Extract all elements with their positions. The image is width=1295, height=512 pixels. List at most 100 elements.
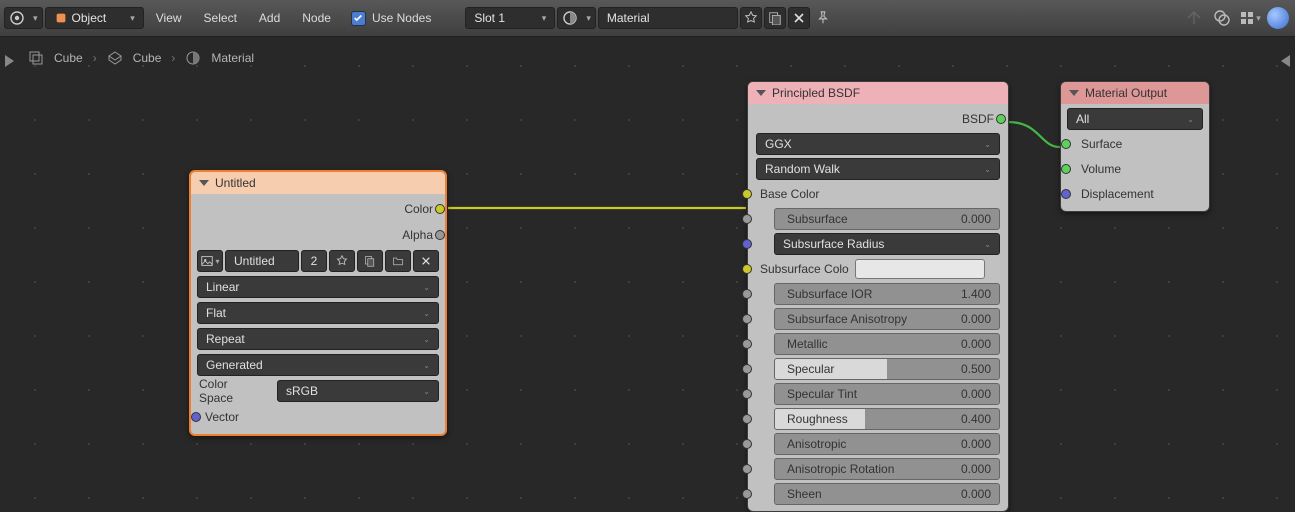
socket-label: Color [404,202,433,216]
param-subsurface-ior[interactable]: Subsurface IOR 1.400 [774,283,1000,305]
mapping-dropdown[interactable]: Generated⌄ [197,354,439,376]
socket-color-out[interactable] [435,204,445,214]
param-subsurface-radius[interactable]: Subsurface Radius⌄ [774,233,1000,255]
distribution-dropdown[interactable]: GGX⌄ [756,133,1000,155]
unlink-material-button[interactable] [788,7,810,29]
new-material-button[interactable] [764,7,786,29]
param-sheen[interactable]: Sheen 0.000 [774,483,1000,505]
socket-label: Volume [1073,162,1121,176]
node-header[interactable]: Principled BSDF [748,82,1008,104]
mesh-data-icon [107,50,123,66]
use-nodes-checkbox[interactable] [351,11,366,26]
menu-select[interactable]: Select [194,11,247,25]
use-nodes-label: Use Nodes [372,11,431,25]
overlay-toggle-icon[interactable] [1209,7,1235,29]
socket-in[interactable] [742,314,752,324]
node-image-texture[interactable]: Untitled Color Alpha ▾ Untitled 2 [189,170,447,436]
socket-in[interactable] [742,389,752,399]
image-users-count[interactable]: 2 [301,250,327,272]
snap-icon[interactable]: ▾ [1237,7,1263,29]
slot-dropdown[interactable]: Slot 1▾ [465,7,555,29]
image-unlink-button[interactable] [413,250,439,272]
projection-dropdown[interactable]: Flat⌄ [197,302,439,324]
socket-label: Vector [203,410,239,424]
shading-sphere-icon[interactable] [1265,7,1291,29]
chevron-right-icon: › [171,51,175,65]
menu-add[interactable]: Add [249,11,290,25]
param-specular[interactable]: Specular 0.500 [774,358,1000,380]
socket-base-color-in[interactable] [742,189,752,199]
param-roughness[interactable]: Roughness 0.400 [774,408,1000,430]
socket-bsdf-out[interactable] [996,114,1006,124]
node-header[interactable]: Material Output [1061,82,1209,104]
menu-node[interactable]: Node [292,11,341,25]
param-metallic[interactable]: Metallic 0.000 [774,333,1000,355]
mode-dropdown[interactable]: Object ▾ [45,7,144,29]
subsurface-color-swatch[interactable] [855,259,985,279]
socket-in[interactable] [742,364,752,374]
param-specular-tint[interactable]: Specular Tint 0.000 [774,383,1000,405]
overlay-icon[interactable] [1181,7,1207,29]
param-anisotropic-rotation[interactable]: Anisotropic Rotation 0.000 [774,458,1000,480]
sidebar-toggle-right[interactable] [1281,55,1290,67]
socket-label: BSDF [962,112,994,126]
mesh-icon [28,50,44,66]
node-title: Untitled [215,176,256,190]
interpolation-dropdown[interactable]: Linear⌄ [197,276,439,298]
chevron-down-icon [756,90,766,96]
shader-editor-header: ▾ Object ▾ View Select Add Node Use Node… [0,0,1295,37]
menu-view[interactable]: View [146,11,192,25]
socket-displacement-in[interactable] [1061,189,1071,199]
param-label: Base Color [760,187,819,201]
socket-vector-in[interactable] [191,412,201,422]
socket-label: Displacement [1073,187,1154,201]
breadcrumb: Cube › Cube › Material [28,50,254,66]
node-title: Material Output [1085,86,1167,100]
image-name-field[interactable]: Untitled [225,250,299,272]
editor-type-button[interactable]: ▾ [4,7,43,29]
param-subsurface-aniso[interactable]: Subsurface Anisotropy 0.000 [774,308,1000,330]
material-browse-button[interactable]: ▾ [557,7,596,29]
crumb-mesh[interactable]: Cube [133,51,162,65]
socket-in[interactable] [742,264,752,274]
socket-in[interactable] [742,414,752,424]
crumb-material[interactable]: Material [211,51,254,65]
socket-in[interactable] [742,289,752,299]
sss-method-dropdown[interactable]: Random Walk⌄ [756,158,1000,180]
param-label: Subsurface Colo [760,262,849,276]
socket-in[interactable] [742,489,752,499]
extension-dropdown[interactable]: Repeat⌄ [197,328,439,350]
socket-surface-in[interactable] [1061,139,1071,149]
socket-in[interactable] [742,239,752,249]
image-open-button[interactable] [385,250,411,272]
socket-in[interactable] [742,214,752,224]
crumb-object[interactable]: Cube [54,51,83,65]
socket-label: Alpha [402,228,433,242]
fake-user-button[interactable] [740,7,762,29]
material-icon [185,50,201,66]
node-header[interactable]: Untitled [191,172,445,194]
socket-in[interactable] [742,439,752,449]
socket-volume-in[interactable] [1061,164,1071,174]
param-anisotropic[interactable]: Anisotropic 0.000 [774,433,1000,455]
chevron-right-icon: › [93,51,97,65]
mode-label: Object [72,11,107,25]
chevron-down-icon [1069,90,1079,96]
image-fakeuser-button[interactable] [329,250,355,272]
socket-alpha-out[interactable] [435,230,445,240]
colorspace-dropdown[interactable]: sRGB⌄ [277,380,439,402]
node-title: Principled BSDF [772,86,860,100]
socket-in[interactable] [742,339,752,349]
material-name-field[interactable]: Material [598,7,738,29]
sidebar-toggle-left[interactable] [5,55,14,67]
image-new-button[interactable] [357,250,383,272]
param-subsurface[interactable]: Subsurface 0.000 [774,208,1000,230]
colorspace-label: Color Space [197,377,271,405]
target-dropdown[interactable]: All⌄ [1067,108,1203,130]
chevron-down-icon [199,180,209,186]
node-material-output[interactable]: Material Output All⌄ Surface Volume Disp… [1060,81,1210,212]
pin-button[interactable] [812,7,834,29]
image-browse-button[interactable]: ▾ [197,250,223,272]
node-principled-bsdf[interactable]: Principled BSDF BSDF GGX⌄ Random Walk⌄ B… [747,81,1009,512]
socket-in[interactable] [742,464,752,474]
